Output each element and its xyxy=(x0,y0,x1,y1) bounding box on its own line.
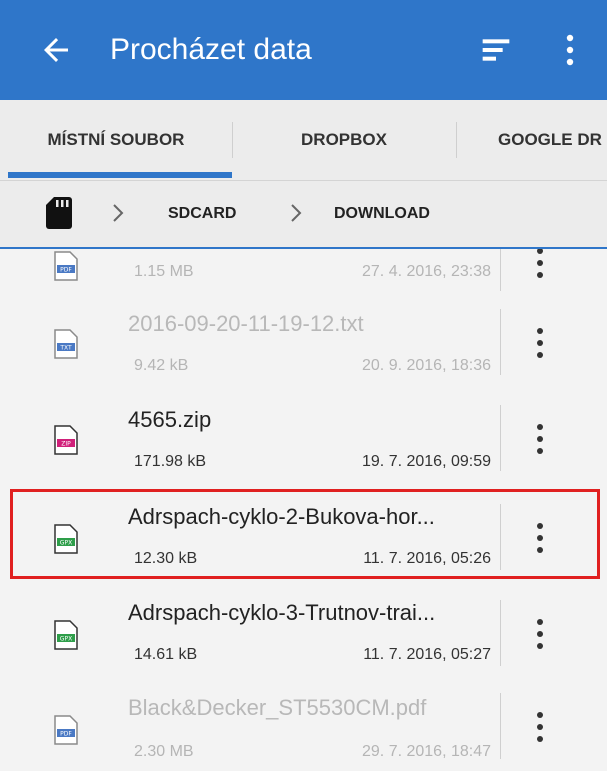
tab-dropbox[interactable]: DROPBOX xyxy=(232,100,456,180)
arrow-left-icon[interactable] xyxy=(38,32,74,68)
file-list: PDF 1.15 MB 27. 4. 2016, 23:38 TXT 2016-… xyxy=(0,249,607,771)
app-bar: Procházet data xyxy=(0,0,607,100)
file-row[interactable]: PDF 1.15 MB 27. 4. 2016, 23:38 xyxy=(0,249,607,295)
svg-text:TXT: TXT xyxy=(59,345,72,352)
breadcrumb: SDCARD DOWNLOAD xyxy=(0,181,607,249)
file-date: 27. 4. 2016, 23:38 xyxy=(362,263,491,280)
page-title: Procházet data xyxy=(110,33,312,66)
file-name: 4565.zip xyxy=(128,407,212,432)
more-vert-icon[interactable] xyxy=(532,520,548,556)
file-row[interactable]: ZIP 4565.zip 171.98 kB 19. 7. 2016, 09:5… xyxy=(0,393,607,483)
pdf-file-icon: PDF xyxy=(54,715,78,745)
more-vert-icon[interactable] xyxy=(532,325,548,361)
gpx-file-icon: GPX xyxy=(54,524,78,554)
tab-google-drive[interactable]: GOOGLE DR xyxy=(456,100,607,180)
breadcrumb-item-download[interactable]: DOWNLOAD xyxy=(334,181,430,247)
file-row[interactable]: TXT 2016-09-20-11-19-12.txt 9.42 kB 20. … xyxy=(0,297,607,387)
more-vert-icon[interactable] xyxy=(532,709,548,745)
more-vert-icon[interactable] xyxy=(560,32,580,68)
breadcrumb-item-sdcard[interactable]: SDCARD xyxy=(168,181,236,247)
more-vert-icon[interactable] xyxy=(532,616,548,652)
file-date: 20. 9. 2016, 18:36 xyxy=(362,357,491,374)
row-divider xyxy=(500,249,501,291)
file-row[interactable]: PDF Black&Decker_ST5530CM.pdf 2.30 MB 29… xyxy=(0,681,607,771)
file-name: Black&Decker_ST5530CM.pdf xyxy=(128,695,427,720)
file-size: 171.98 kB xyxy=(134,453,207,470)
active-tab-indicator xyxy=(8,172,232,178)
row-divider xyxy=(500,309,501,375)
file-name: Adrspach-cyklo-3-Trutnov-trai... xyxy=(128,600,436,625)
zip-file-icon: ZIP xyxy=(54,425,78,455)
row-divider xyxy=(500,600,501,666)
file-row[interactable]: GPX Adrspach-cyklo-3-Trutnov-trai... 14.… xyxy=(0,588,607,678)
txt-file-icon: TXT xyxy=(54,329,78,359)
chevron-right-icon xyxy=(291,204,302,222)
gpx-file-icon: GPX xyxy=(54,620,78,650)
file-size: 9.42 kB xyxy=(134,357,189,374)
file-size: 2.30 MB xyxy=(134,743,194,760)
svg-text:GPX: GPX xyxy=(60,636,72,643)
row-divider xyxy=(500,504,501,570)
file-size: 12.30 kB xyxy=(134,550,198,567)
file-row-selected[interactable]: GPX Adrspach-cyklo-2-Bukova-hor... 12.30… xyxy=(0,492,607,582)
sd-card-icon[interactable] xyxy=(46,197,72,229)
file-date: 29. 7. 2016, 18:47 xyxy=(362,743,491,760)
svg-text:ZIP: ZIP xyxy=(61,441,71,448)
row-divider xyxy=(500,693,501,759)
row-divider xyxy=(500,405,501,471)
svg-text:PDF: PDF xyxy=(60,731,72,738)
source-tabs: MÍSTNÍ SOUBOR DROPBOX GOOGLE DR xyxy=(0,100,607,181)
pdf-file-icon: PDF xyxy=(54,251,78,281)
file-size: 1.15 MB xyxy=(134,263,194,280)
file-date: 11. 7. 2016, 05:26 xyxy=(363,550,491,567)
sort-icon[interactable] xyxy=(480,34,512,66)
file-size: 14.61 kB xyxy=(134,646,198,663)
file-date: 19. 7. 2016, 09:59 xyxy=(362,453,491,470)
svg-text:GPX: GPX xyxy=(60,540,72,547)
more-vert-icon[interactable] xyxy=(532,421,548,457)
file-name: 2016-09-20-11-19-12.txt xyxy=(128,311,364,336)
chevron-right-icon xyxy=(113,204,124,222)
file-date: 11. 7. 2016, 05:27 xyxy=(363,646,491,663)
file-name: Adrspach-cyklo-2-Bukova-hor... xyxy=(128,504,435,529)
svg-text:PDF: PDF xyxy=(60,267,72,274)
more-vert-icon[interactable] xyxy=(532,249,548,281)
tab-local-file[interactable]: MÍSTNÍ SOUBOR xyxy=(0,100,232,180)
